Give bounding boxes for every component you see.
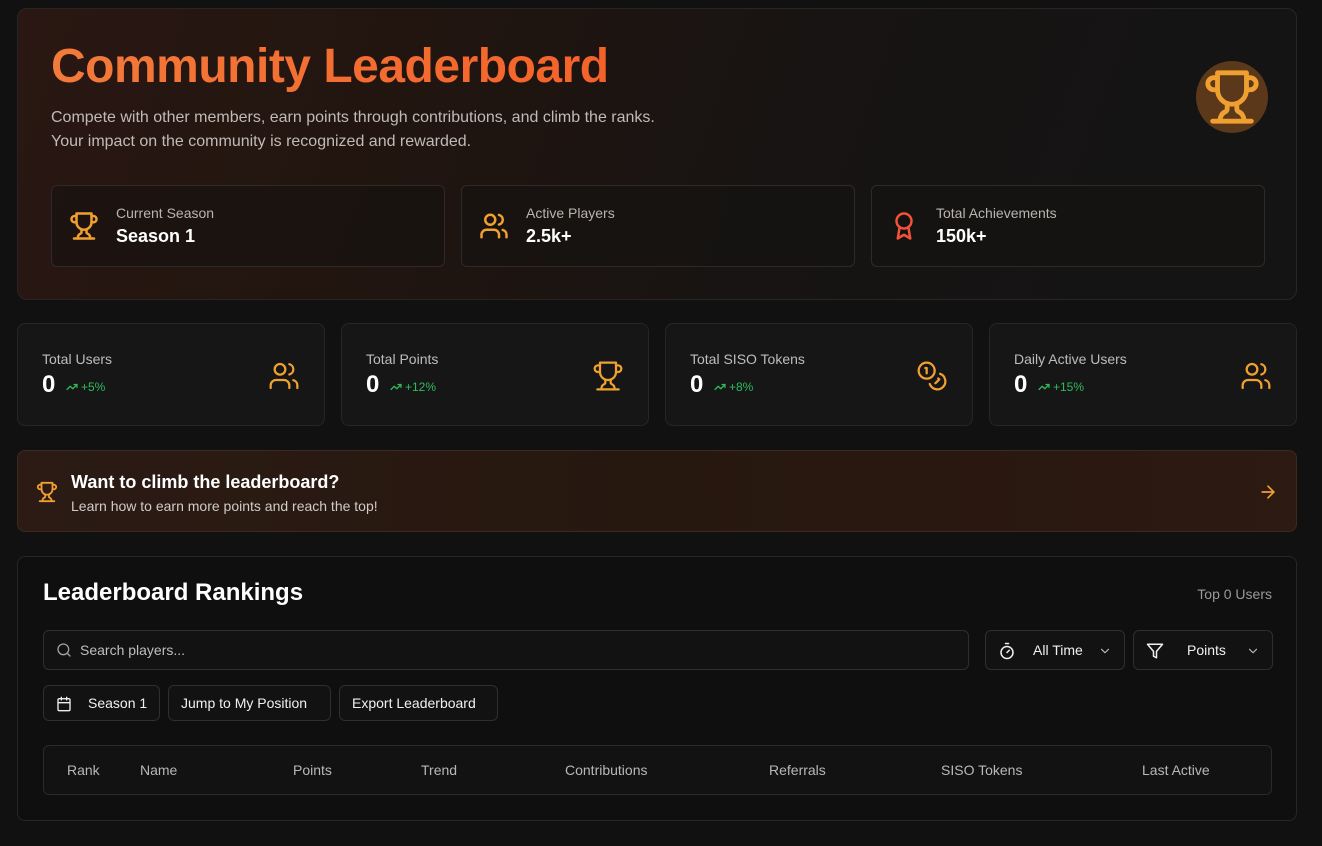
time-filter-value: All Time (1033, 642, 1083, 658)
arrow-right-icon[interactable] (1258, 482, 1278, 502)
trophy-icon (36, 481, 58, 503)
export-button-label: Export Leaderboard (352, 695, 476, 711)
stat-value: 0 (42, 371, 56, 398)
sort-filter-select[interactable]: Points (1133, 630, 1273, 670)
users-icon (479, 211, 509, 241)
hero-card-label: Current Season (116, 205, 215, 221)
stat-trend: +8% (714, 380, 753, 394)
stat-trend: +15% (1038, 380, 1084, 394)
jump-button-label: Jump to My Position (181, 695, 308, 711)
stat-trend-value: +5% (81, 380, 106, 394)
stat-trend-value: +8% (729, 380, 754, 394)
search-box (43, 630, 969, 670)
hero-card-value: 150k+ (936, 226, 987, 246)
users-icon (1240, 360, 1272, 392)
rankings-count: Top 0 Users (1197, 586, 1272, 602)
stat-trend: +12% (390, 380, 436, 394)
coins-icon (916, 360, 948, 392)
column-header-trend[interactable]: Trend (421, 762, 457, 778)
export-leaderboard-button[interactable]: Export Leaderboard (339, 685, 498, 721)
column-header-siso-tokens[interactable]: SISO Tokens (941, 762, 1022, 778)
stat-trend-value: +12% (405, 380, 437, 394)
stat-value: 0 (690, 371, 704, 398)
banner-title: Want to climb the leaderboard? (71, 472, 340, 492)
column-header-contributions[interactable]: Contributions (565, 762, 648, 778)
hero-card-label: Total Achievements (936, 205, 1057, 221)
search-input[interactable] (80, 631, 960, 669)
leaderboard-rankings-panel: Leaderboard Rankings Top 0 Users All Tim… (17, 556, 1297, 821)
stat-value: 0 (1014, 371, 1028, 398)
stat-label: Total Users (42, 351, 113, 367)
sort-filter-value: Points (1187, 642, 1226, 658)
season-button[interactable]: Season 1 (43, 685, 160, 721)
stat-card-total-points: Total Points 0 +12% (341, 323, 649, 426)
page-title: Community Leaderboard (51, 40, 609, 93)
stat-card-total-siso-tokens: Total SISO Tokens 0 +8% (665, 323, 973, 426)
column-header-name[interactable]: Name (140, 762, 177, 778)
stat-card-total-users: Total Users 0 +5% (17, 323, 325, 426)
column-header-last-active[interactable]: Last Active (1142, 762, 1210, 778)
leaderboard-table: Rank Name Points Trend Contributions Ref… (43, 745, 1272, 795)
jump-to-position-button[interactable]: Jump to My Position (168, 685, 331, 721)
stat-label: Total Points (366, 351, 439, 367)
search-icon (56, 642, 72, 658)
stat-value: 0 (366, 371, 380, 398)
trending-up-icon (714, 383, 726, 391)
hero-trophy-icon (1196, 61, 1268, 133)
climb-leaderboard-banner[interactable]: Want to climb the leaderboard? Learn how… (17, 450, 1297, 532)
hero-card-label: Active Players (526, 205, 615, 221)
chevron-down-icon (1098, 644, 1112, 658)
stat-label: Total SISO Tokens (690, 351, 805, 367)
column-header-points[interactable]: Points (293, 762, 332, 778)
hero-description-line-2: Your impact on the community is recogniz… (51, 133, 472, 150)
hero-card-value: Season 1 (116, 226, 196, 246)
banner-subtitle: Learn how to earn more points and reach … (71, 498, 378, 514)
calendar-icon (56, 696, 72, 712)
hero-card-current-season: Current Season Season 1 (51, 185, 445, 267)
column-header-referrals[interactable]: Referrals (769, 762, 826, 778)
trending-up-icon (66, 383, 78, 391)
filter-icon (1146, 642, 1164, 660)
time-filter-select[interactable]: All Time (985, 630, 1125, 670)
column-header-rank[interactable]: Rank (67, 762, 100, 778)
hero-card-value: 2.5k+ (526, 226, 572, 246)
hero-section: Community Leaderboard Compete with other… (17, 8, 1297, 300)
stat-trend: +5% (66, 380, 105, 394)
chevron-down-icon (1246, 644, 1260, 658)
timer-icon (998, 642, 1016, 660)
users-icon (268, 360, 300, 392)
season-button-label: Season 1 (88, 695, 148, 711)
hero-card-active-players: Active Players 2.5k+ (461, 185, 855, 267)
stat-card-daily-active-users: Daily Active Users 0 +15% (989, 323, 1297, 426)
rankings-title: Leaderboard Rankings (43, 579, 304, 606)
award-icon (889, 211, 919, 241)
trophy-icon (69, 211, 99, 241)
hero-description: Compete with other members, earn points … (51, 106, 771, 154)
hero-card-total-achievements: Total Achievements 150k+ (871, 185, 1265, 267)
hero-description-line-1: Compete with other members, earn points … (51, 109, 655, 126)
trending-up-icon (390, 383, 402, 391)
stat-label: Daily Active Users (1014, 351, 1127, 367)
trophy-icon (592, 360, 624, 392)
stat-trend-value: +15% (1053, 380, 1085, 394)
trending-up-icon (1038, 383, 1050, 391)
